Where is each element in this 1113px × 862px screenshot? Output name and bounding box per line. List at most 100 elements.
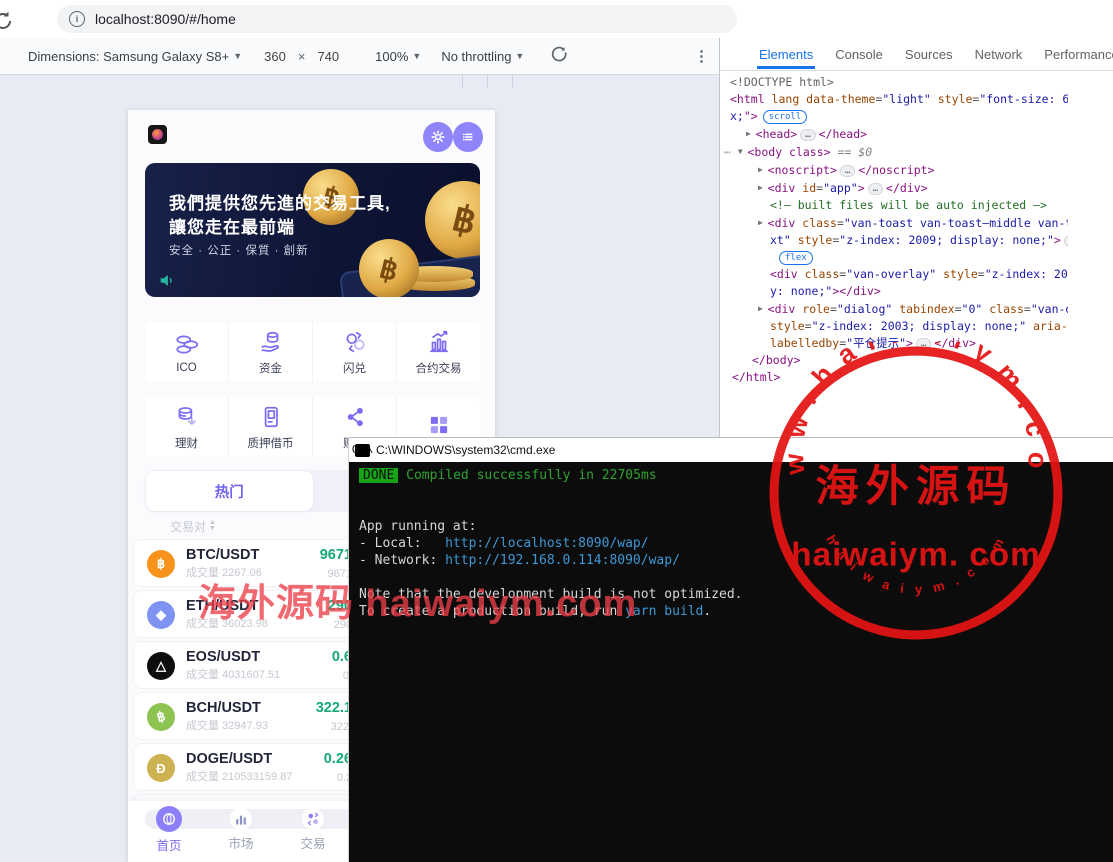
tab-console[interactable]: Console <box>833 41 885 69</box>
expand-ellipsis-button[interactable]: … <box>1064 235 1068 247</box>
code-segment: "app" <box>823 181 858 195</box>
grid-item-资金[interactable]: 资金 <box>229 322 313 382</box>
code-segment[interactable]: ▶ <box>746 129 756 138</box>
flash-swap-icon <box>342 329 368 355</box>
eos-icon: △ <box>147 652 175 680</box>
app-logo[interactable] <box>148 125 167 144</box>
expand-ellipsis-button[interactable]: … <box>800 129 815 141</box>
cmd-url-text: http://localhost:8090/wap/ <box>445 536 649 551</box>
reload-icon[interactable] <box>0 9 15 33</box>
tab-performance[interactable]: Performance <box>1042 41 1113 69</box>
expand-ellipsis-button[interactable]: … <box>868 183 883 195</box>
code-segment[interactable]: ▶ <box>758 304 768 313</box>
tab-network[interactable]: Network <box>973 41 1025 69</box>
devtools-tree-line[interactable]: <!— built files will be auto injected —> <box>724 197 1068 214</box>
nav-label: 首页 <box>133 835 205 854</box>
url-text[interactable]: localhost:8090/#/home <box>95 11 236 27</box>
viewport-width-input[interactable]: 360 <box>264 49 286 64</box>
grid-item-label: 闪兑 <box>343 360 366 376</box>
devtools-tree-line[interactable]: ⋯ ▼ <body class> == $0 <box>724 143 1068 161</box>
settings-button[interactable] <box>423 122 453 152</box>
rotate-device-icon[interactable] <box>550 46 570 66</box>
grid-item-label: 资金 <box>259 360 282 376</box>
ruler-tick <box>487 75 488 88</box>
code-segment: "z-index: 2009; display: none;" <box>839 233 1054 247</box>
devtools-tree-line[interactable]: x;">scroll <box>724 108 1068 125</box>
grid-item-闪兑[interactable]: 闪兑 <box>313 322 397 382</box>
code-segment[interactable]: ▶ <box>758 165 768 174</box>
devtools-tree-line[interactable]: </html> <box>724 369 1068 386</box>
ruler-tick <box>512 75 513 88</box>
expand-ellipsis-button[interactable]: … <box>840 165 855 177</box>
grid-item-理财[interactable]: 理财 <box>145 397 229 457</box>
sort-carets-icon: ▲▼ <box>209 520 216 532</box>
badge-scroll[interactable]: scroll <box>763 110 808 124</box>
devtools-tree-line[interactable]: ▶ <div id="app">…</div> <box>724 179 1068 197</box>
code-segment: = <box>955 302 962 316</box>
tab-sources[interactable]: Sources <box>903 41 955 69</box>
address-bar[interactable]: i localhost:8090/#/home <box>57 5 737 33</box>
market-tab-热门[interactable]: 热门 <box>146 471 313 511</box>
code-segment: </div> <box>886 181 928 195</box>
code-segment: class <box>982 302 1024 316</box>
sort-pair-button[interactable]: 交易对 <box>170 520 206 534</box>
zoom-select[interactable]: 100% <box>375 49 408 64</box>
code-segment: "平仓提示" <box>846 336 906 350</box>
code-segment[interactable]: ▶ <box>758 218 768 227</box>
code-segment[interactable]: ▼ <box>738 147 748 156</box>
devtools-tree-line[interactable]: flex <box>724 249 1068 266</box>
code-segment: y: none;" <box>770 284 832 298</box>
code-segment: <body class> <box>748 145 831 159</box>
device-dimensions-select[interactable]: Dimensions: Samsung Galaxy S8+ <box>28 49 229 64</box>
code-segment: <!DOCTYPE html> <box>730 75 834 89</box>
devtools-tree-line[interactable]: ▶ <head>…</head> <box>724 125 1068 143</box>
nav-item-交易[interactable]: 交易 <box>277 801 349 852</box>
devtools-tree-line[interactable]: </body> <box>724 352 1068 369</box>
code-segment: id <box>795 181 816 195</box>
pair-name: DOGE/USDT <box>186 751 272 767</box>
tab-elements[interactable]: Elements <box>757 41 815 69</box>
eth-icon: ◆ <box>147 601 175 629</box>
promo-banner[interactable]: ฿ ฿ ฿ 我們提供您先進的交易工具, 讓您走在最前端 安全 · 公正 · 保質… <box>145 163 480 297</box>
devtools-tree-line[interactable]: <!DOCTYPE html> <box>724 74 1068 91</box>
elements-tree: <!DOCTYPE html> <html lang data-theme="li… <box>724 74 1068 386</box>
more-options-icon[interactable]: ⋮ <box>694 47 709 65</box>
throttling-select[interactable]: No throttling <box>441 49 511 64</box>
code-segment: "font-size: 6.95652p <box>979 92 1068 106</box>
cmd-console[interactable]: DONE Compiled successfully in 22705ms Ap… <box>349 462 1113 862</box>
apps-grid-icon <box>426 412 452 438</box>
devtools-tree-line[interactable]: ▶ <div role="dialog" tabindex="0" class=… <box>724 300 1068 318</box>
code-segment: = <box>805 319 812 333</box>
nav-item-首页[interactable]: 首页 <box>133 801 205 854</box>
devtools-tree-line[interactable]: <div class="van-overlay" style="z-index:… <box>724 266 1068 283</box>
devtools-tree-line[interactable]: labelledby="平仓提示">…</div> <box>724 335 1068 352</box>
cmd-line: To create a production build, run yarn b… <box>359 603 1113 620</box>
code-segment: </html> <box>732 370 780 384</box>
code-segment: "light" <box>882 92 930 106</box>
viewport-height-input[interactable]: 740 <box>317 49 339 64</box>
code-segment: <div <box>768 302 796 316</box>
devtools-tree-line[interactable]: y: none;"></div> <box>724 283 1068 300</box>
device-toolbar: Dimensions: Samsung Galaxy S8+ ▼ 360 × 7… <box>0 38 719 75</box>
badge-flex[interactable]: flex <box>779 251 813 265</box>
grid-item-合约交易[interactable]: 合约交易 <box>397 322 480 382</box>
grid-item-ICO[interactable]: ICO <box>145 322 229 382</box>
menu-button[interactable] <box>453 122 483 152</box>
chevron-down-icon: ▼ <box>412 51 421 61</box>
devtools-tree-line[interactable]: xt" style="z-index: 2009; display: none;… <box>724 232 1068 249</box>
expand-ellipsis-button[interactable]: … <box>916 338 931 350</box>
cmd-window[interactable]: C:\ C:\WINDOWS\system32\cmd.exe DONE Com… <box>348 437 1113 862</box>
devtools-tree-line[interactable]: style="z-index: 2003; display: none;" ar… <box>724 318 1068 335</box>
chevron-down-icon: ▼ <box>515 51 524 61</box>
nav-label: 交易 <box>277 833 349 852</box>
devtools-tree-line[interactable]: ▶ <div class="van-toast van-toast—middle… <box>724 214 1068 232</box>
code-segment[interactable]: ▶ <box>758 183 768 192</box>
site-info-icon[interactable]: i <box>69 11 85 27</box>
devtools-tree-line[interactable]: <html lang data-theme="light" style="fon… <box>724 91 1068 108</box>
devtools-tree-line[interactable]: ▶ <noscript>…</noscript> <box>724 161 1068 179</box>
grid-item-质押借币[interactable]: 质押借币 <box>229 397 313 457</box>
code-segment: ⋯ <box>724 145 738 159</box>
nav-item-市场[interactable]: 市场 <box>205 801 277 852</box>
cmd-titlebar[interactable]: C:\ C:\WINDOWS\system32\cmd.exe <box>349 437 1113 462</box>
code-segment: <head> <box>756 127 798 141</box>
